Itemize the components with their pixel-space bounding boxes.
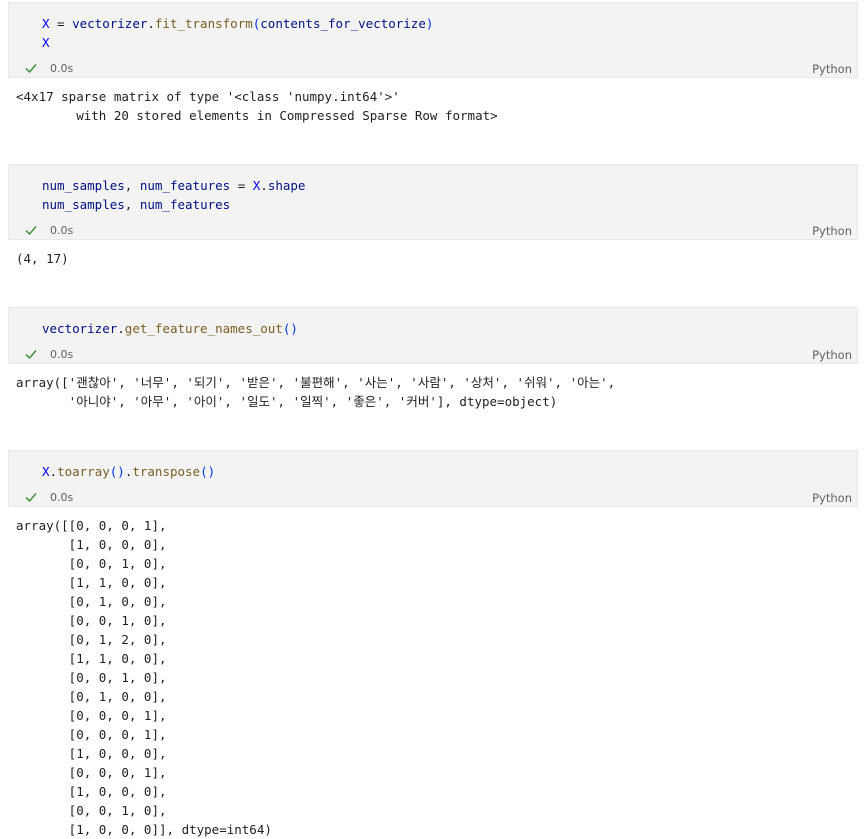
language-label[interactable]: Python — [812, 348, 852, 362]
code-cell-1[interactable]: X = vectorizer.fit_transform(contents_fo… — [8, 2, 858, 78]
output-line: [1, 1, 0, 0], — [16, 575, 167, 590]
output-line: array([[0, 0, 0, 1], — [16, 518, 167, 533]
output-line: (4, 17) — [16, 251, 69, 266]
output-line: [1, 0, 0, 0], — [16, 746, 167, 761]
cell-status-bar: 0.0s Python — [9, 221, 857, 241]
code-cell-3[interactable]: vectorizer.get_feature_names_out() 0.0s … — [8, 307, 858, 364]
code-token: toarray — [57, 464, 110, 479]
output-line: [0, 0, 0, 1], — [16, 708, 167, 723]
output-line: [1, 0, 0, 0], — [16, 784, 167, 799]
output-line: [0, 0, 0, 1], — [16, 765, 167, 780]
output-line: [1, 0, 0, 0]], dtype=int64) — [16, 822, 272, 837]
language-label[interactable]: Python — [812, 491, 852, 505]
code-editor[interactable]: X = vectorizer.fit_transform(contents_fo… — [42, 14, 433, 52]
cell-output-2: (4, 17) — [16, 249, 69, 268]
code-line: X — [42, 33, 433, 52]
code-token: num_samples — [42, 178, 125, 193]
check-icon — [25, 493, 37, 503]
check-icon — [25, 64, 37, 74]
code-cell-2[interactable]: num_samples, num_features = X.shape num_s… — [8, 164, 858, 240]
code-token: contents_for_vectorize — [260, 16, 426, 31]
cell-output-3: array(['괜찮아', '너무', '되기', '받은', '불편해', '… — [16, 373, 615, 411]
code-token: vectorizer — [42, 321, 118, 336]
code-token: X — [42, 35, 50, 50]
language-label[interactable]: Python — [812, 62, 852, 76]
code-token: shape — [267, 178, 306, 193]
execution-time: 0.0s — [50, 491, 74, 504]
check-icon — [25, 350, 37, 360]
code-token: get_feature_names_out — [124, 321, 283, 336]
cell-output-1: <4x17 sparse matrix of type '<class 'num… — [16, 87, 498, 125]
code-token: num_features — [139, 178, 231, 193]
code-token: = — [49, 16, 73, 31]
code-token: transpose — [132, 464, 201, 479]
code-token: . — [117, 321, 125, 336]
code-token: () — [282, 321, 298, 336]
output-line: [1, 0, 0, 0], — [16, 537, 167, 552]
output-line: [0, 0, 0, 1], — [16, 727, 167, 742]
execution-time: 0.0s — [50, 62, 74, 75]
output-line: [0, 1, 0, 0], — [16, 689, 167, 704]
output-line: array(['괜찮아', '너무', '되기', '받은', '불편해', '… — [16, 375, 616, 390]
code-line: num_samples, num_features — [42, 195, 305, 214]
code-line: vectorizer.get_feature_names_out() — [42, 319, 298, 338]
code-editor[interactable]: vectorizer.get_feature_names_out() — [42, 319, 298, 338]
cell-status-bar: 0.0s Python — [9, 488, 857, 508]
code-token: . — [147, 16, 155, 31]
cell-output-4: array([[0, 0, 0, 1], [1, 0, 0, 0], [0, 0… — [16, 516, 272, 839]
code-token: = — [230, 178, 253, 193]
output-line: [0, 0, 1, 0], — [16, 803, 167, 818]
code-token: X — [42, 464, 50, 479]
output-line: [0, 1, 0, 0], — [16, 594, 167, 609]
code-token: , — [124, 178, 140, 193]
code-token: fit_transform — [154, 16, 253, 31]
output-line: [0, 0, 1, 0], — [16, 613, 167, 628]
cell-status-bar: 0.0s Python — [9, 59, 857, 79]
code-editor[interactable]: X.toarray().transpose() — [42, 462, 215, 481]
output-line: <4x17 sparse matrix of type '<class 'num… — [16, 89, 400, 104]
code-token: . — [260, 178, 268, 193]
code-token: vectorizer — [72, 16, 148, 31]
execution-time: 0.0s — [50, 224, 74, 237]
code-token: num_samples — [42, 197, 125, 212]
code-token: ) — [425, 16, 434, 31]
output-line: [0, 0, 1, 0], — [16, 670, 167, 685]
code-line: num_samples, num_features = X.shape — [42, 176, 305, 195]
output-line: [0, 0, 1, 0], — [16, 556, 167, 571]
language-label[interactable]: Python — [812, 224, 852, 238]
output-line: with 20 stored elements in Compressed Sp… — [16, 108, 498, 123]
check-icon — [25, 226, 37, 236]
code-token: num_features — [139, 197, 231, 212]
code-editor[interactable]: num_samples, num_features = X.shape num_s… — [42, 176, 305, 214]
code-line: X = vectorizer.fit_transform(contents_fo… — [42, 14, 433, 33]
cell-status-bar: 0.0s Python — [9, 345, 857, 365]
code-token: X — [42, 16, 50, 31]
code-token: , — [124, 197, 140, 212]
output-line: [0, 1, 2, 0], — [16, 632, 167, 647]
execution-time: 0.0s — [50, 348, 74, 361]
code-token: () — [109, 464, 125, 479]
code-cell-4[interactable]: X.toarray().transpose() 0.0s Python — [8, 450, 858, 507]
output-line: '아니야', '아무', '아이', '일도', '일찍', '좋은', '커버… — [16, 394, 558, 409]
output-line: [1, 1, 0, 0], — [16, 651, 167, 666]
code-token: () — [200, 464, 216, 479]
code-token: . — [49, 464, 58, 479]
code-line: X.toarray().transpose() — [42, 462, 215, 481]
